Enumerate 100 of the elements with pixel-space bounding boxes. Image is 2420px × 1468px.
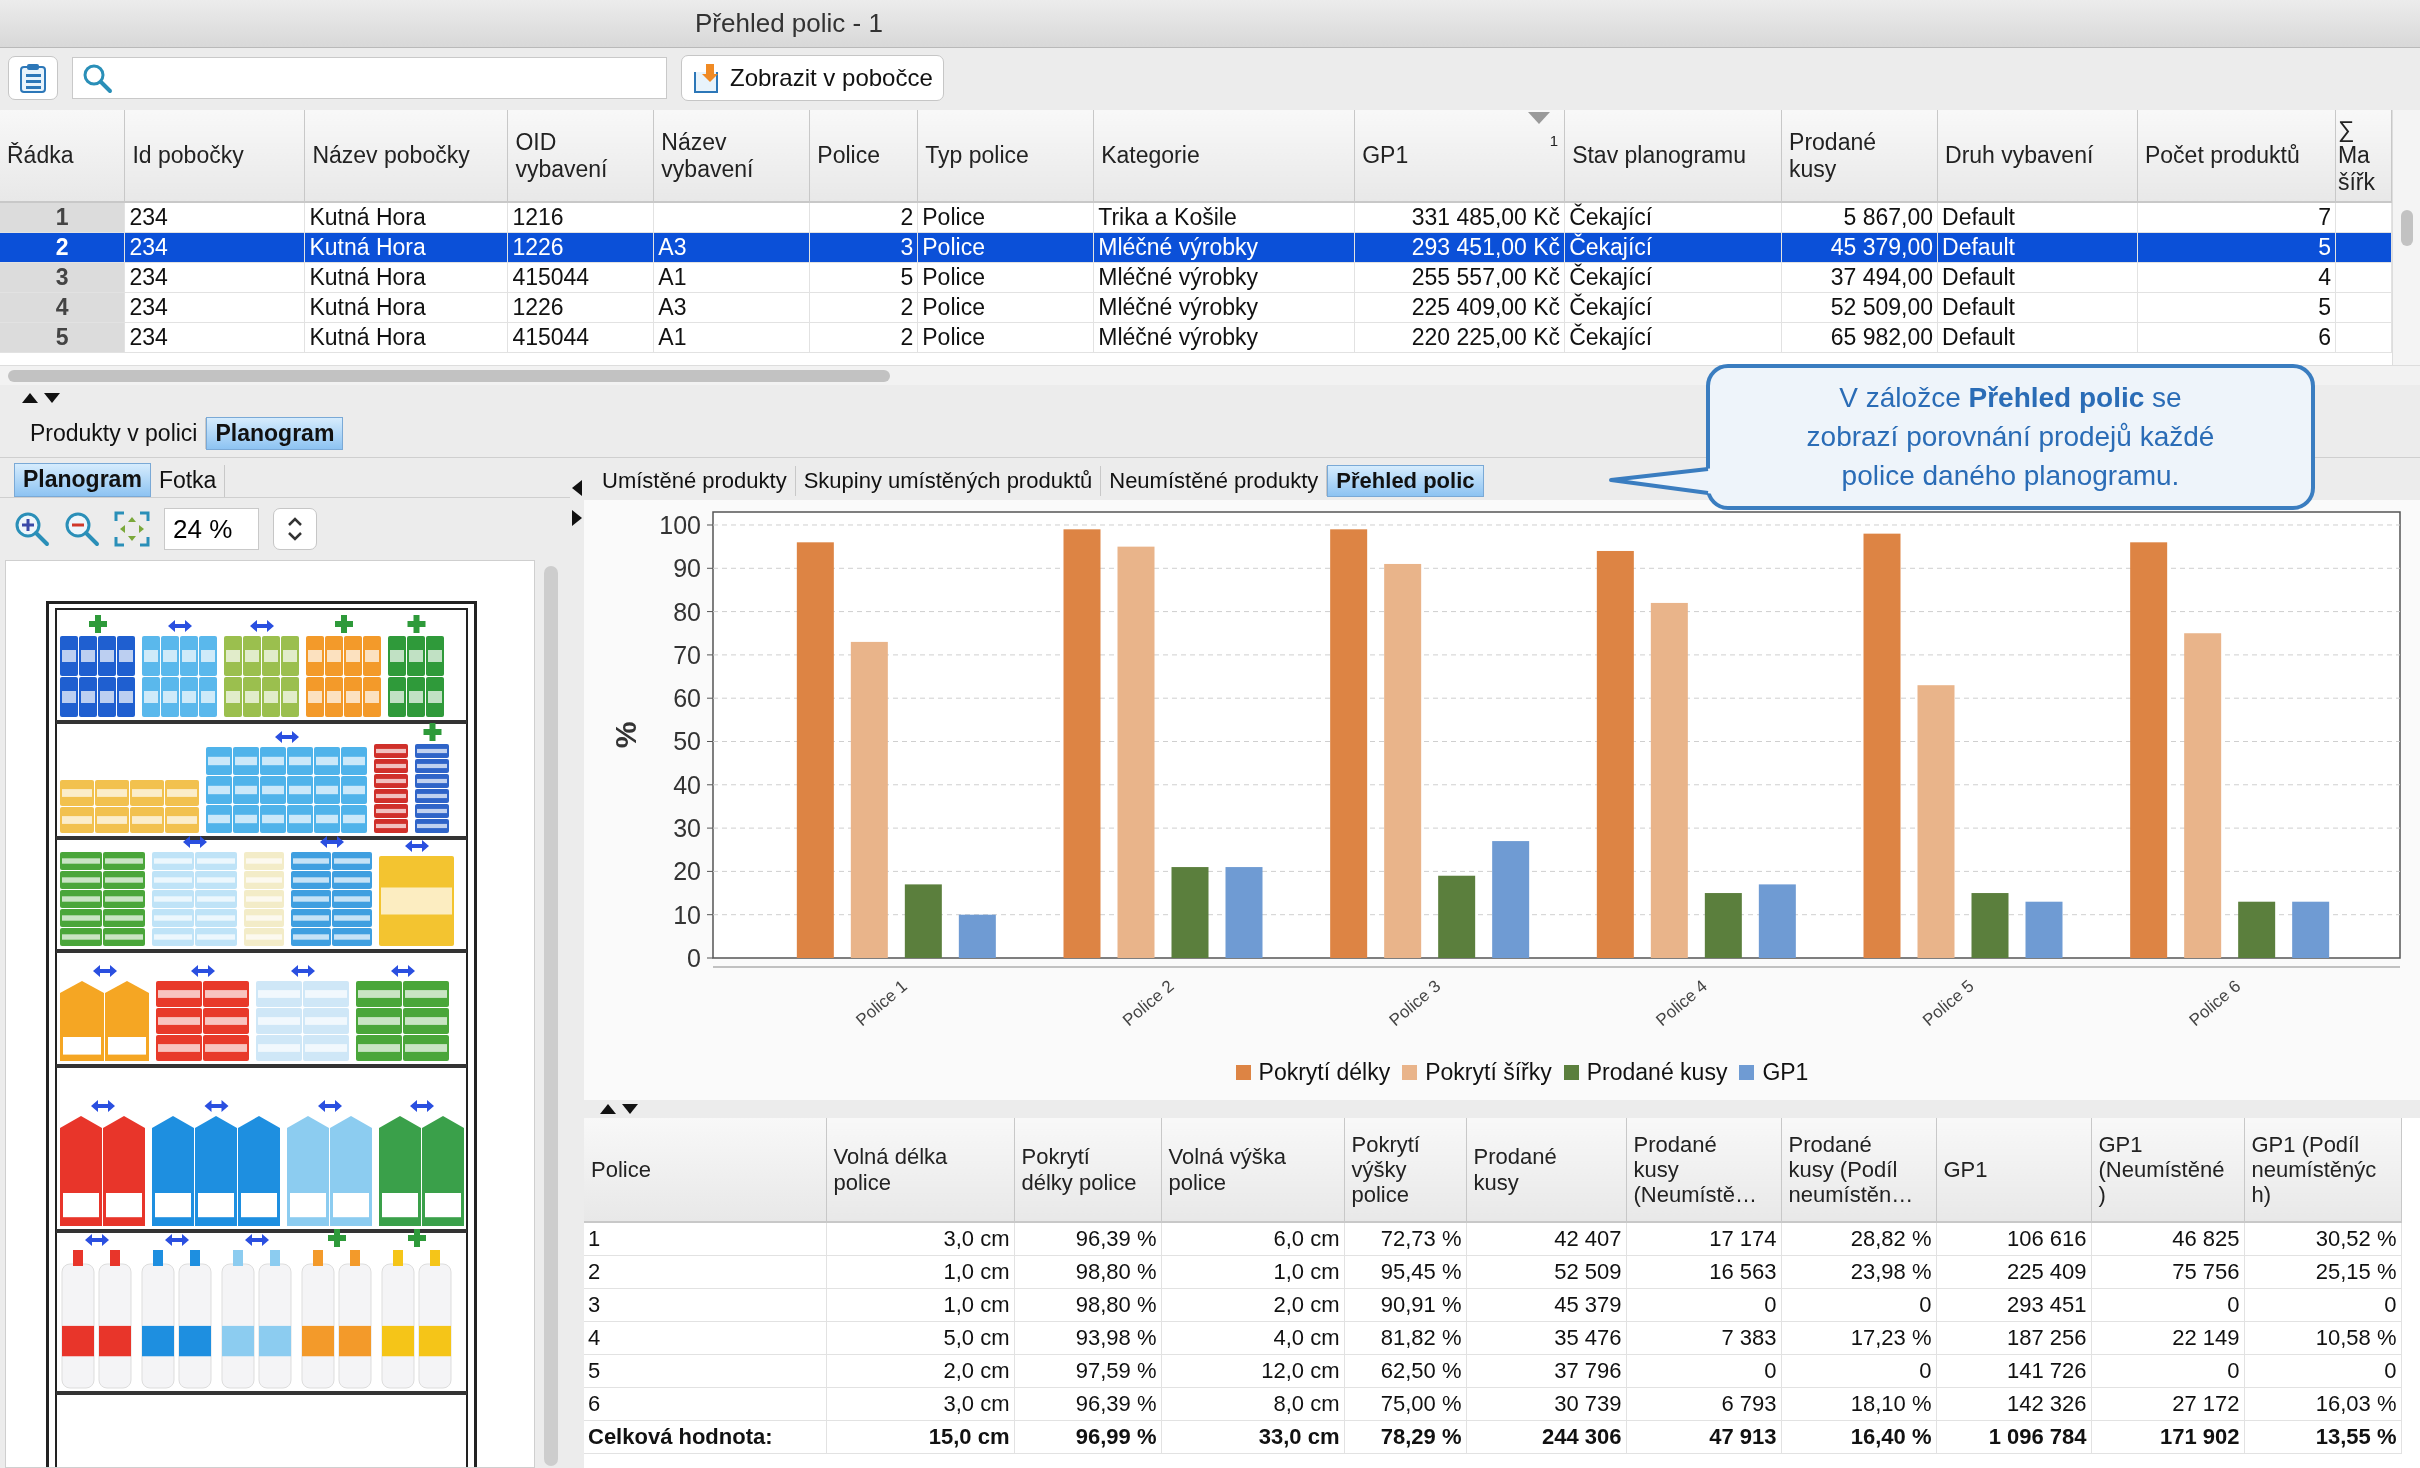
table-row[interactable]: 5 234 Kutná Hora 415044 A1 2 Police Mléčné výrobky 220 225,00 Kč Čekající 65 982,00 Default 6 [0,322,2392,352]
table-cell: 33,0 cm [1161,1420,1344,1453]
column-header[interactable]: Stav planogramu [1564,110,1782,202]
down-arrow-icon[interactable] [622,1104,638,1114]
row-number: 4 [0,292,125,322]
list-view-button[interactable] [8,56,58,100]
column-header[interactable]: Řádka [0,110,125,202]
column-header[interactable]: GP1 1 [1354,110,1565,202]
table-cell: 5 [809,262,918,292]
zoom-in-icon[interactable] [14,511,50,547]
table-cell: 28,82 % [1781,1222,1936,1255]
legend-label: Prodané kusy [1586,1058,1728,1088]
table-cell: 0 [1626,1288,1781,1321]
table-cell: 1226 [507,232,654,262]
scrollbar-thumb[interactable] [2401,210,2413,246]
down-arrow-icon[interactable] [44,392,60,403]
tab[interactable]: Fotka [150,465,226,497]
zoom-out-icon[interactable] [64,511,100,547]
right-arrow-icon[interactable] [572,510,582,526]
table-cell: 23,98 % [1781,1255,1936,1288]
column-header[interactable]: GP1 [1936,1118,2091,1222]
column-header[interactable]: Volná délka police [826,1118,1014,1222]
column-header[interactable]: Název vybavení [653,110,810,202]
table-cell: 75,00 % [1344,1387,1466,1420]
tab[interactable]: Skupiny umístěných produktů [795,465,1102,497]
table-cell: 2 [809,202,918,232]
column-header[interactable]: Typ police [917,110,1094,202]
table-cell: 5 [2137,232,2336,262]
search-icon [81,62,113,94]
column-header[interactable]: GP1 (Podíl neumístěnýc h) [2244,1118,2401,1222]
column-header[interactable]: Police [809,110,918,202]
table-cell: Celková hodnota: [584,1420,826,1453]
table-row[interactable]: 4 234 Kutná Hora 1226 A3 2 Police Mléčné výrobky 225 409,00 Kč Čekající 52 509,00 Default 5 [0,292,2392,322]
column-header[interactable]: Počet produktů [2137,110,2336,202]
table-cell: 234 [124,262,305,292]
table-cell: 95,45 % [1344,1255,1466,1288]
table-cell: 4 [584,1321,826,1354]
column-header[interactable]: Prodané kusy (Podíl neumístěn… [1781,1118,1936,1222]
up-arrow-icon[interactable] [22,392,38,403]
show-in-branch-button[interactable]: Zobrazit v pobočce [681,55,944,101]
tab[interactable]: Planogram [206,416,344,451]
table-cell: 65 982,00 [1781,322,1938,352]
column-header[interactable]: OID vybavení [507,110,654,202]
table-cell: 6 793 [1626,1387,1781,1420]
table-cell: 225 409 [1936,1255,2091,1288]
table-cell: 81,82 % [1344,1321,1466,1354]
table-cell: 6,0 cm [1161,1222,1344,1255]
column-header[interactable]: Pokrytí výšky police [1344,1118,1466,1222]
table-cell: Police [917,232,1094,262]
tab[interactable]: Planogram [14,463,151,497]
table-row[interactable]: 3 234 Kutná Hora 415044 A1 5 Police Mléčné výrobky 255 557,00 Kč Čekající 37 494,00 Default 4 [0,262,2392,292]
left-arrow-icon[interactable] [572,480,582,496]
zoom-spinner[interactable] [273,508,317,550]
column-header[interactable]: Prodané kusy (Neumístě… [1626,1118,1781,1222]
table-cell: 255 557,00 Kč [1354,262,1565,292]
table-cell: 18,10 % [1781,1387,1936,1420]
column-header[interactable]: Druh vybavení [1937,110,2138,202]
column-header[interactable]: Police [584,1118,826,1222]
table-cell: 96,39 % [1014,1222,1161,1255]
table-cell: Default [1937,292,2138,322]
column-header[interactable]: Pokrytí délky police [1014,1118,1161,1222]
column-header[interactable]: GP1 (Neumístěné ) [2091,1118,2244,1222]
axis-tick-label: 60 [673,684,701,713]
table-cell: 234 [124,292,305,322]
table-cell: 5 867,00 [1781,202,1938,232]
table-cell: 1226 [507,292,654,322]
column-header[interactable]: Volná výška police [1161,1118,1344,1222]
table-cell: A1 [653,262,810,292]
column-header[interactable]: Prodané kusy [1781,110,1938,202]
search-field[interactable] [72,57,667,99]
tab[interactable]: Přehled polic [1327,464,1484,498]
scrollbar-thumb[interactable] [544,566,558,1466]
table-cell: 96,39 % [1014,1387,1161,1420]
scrollbar-thumb[interactable] [8,370,890,382]
table-cell: 244 306 [1466,1420,1626,1453]
table-cell: 7 [2137,202,2336,232]
column-header[interactable]: Název pobočky [304,110,508,202]
table-cell: 2 [584,1255,826,1288]
column-header[interactable]: Id pobočky [124,110,305,202]
table-cell: 16 563 [1626,1255,1781,1288]
table-cell: 3 [809,232,918,262]
fit-to-screen-icon[interactable] [114,511,150,547]
chart-bar [1971,893,2009,958]
table-cell: Mléčné výrobky [1093,232,1355,262]
table-cell: Police [917,292,1094,322]
table-cell: 3 [584,1288,826,1321]
axis-tick-label: 100 [659,511,701,539]
up-arrow-icon[interactable] [600,1104,616,1114]
column-header[interactable]: ∑ Ma šířk [2335,110,2392,202]
table-cell: 5,0 cm [826,1321,1014,1354]
table-cell: 12,0 cm [1161,1354,1344,1387]
table-row[interactable]: 1 234 Kutná Hora 1216 2 Police Trika a Košile 331 485,00 Kč Čekající 5 867,00 Default 7 [0,202,2392,232]
table-row[interactable]: 2 234 Kutná Hora 1226 A3 3 Police Mléčné výrobky 293 451,00 Kč Čekající 45 379,00 Default 5 [0,232,2392,262]
row-number: 2 [0,232,125,262]
clipboard-list-icon [18,62,48,94]
table-cell: Default [1937,322,2138,352]
tab[interactable]: Umístěné produkty [594,465,796,497]
zoom-field[interactable]: 24 % [164,508,259,550]
column-header[interactable]: Kategorie [1093,110,1355,202]
column-header[interactable]: Prodané kusy [1466,1118,1626,1222]
